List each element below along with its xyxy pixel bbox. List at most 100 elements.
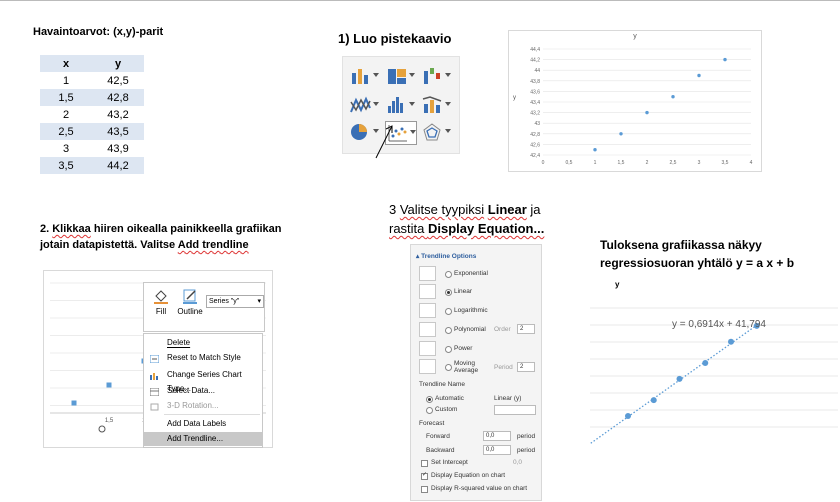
waterfall-chart-button[interactable] bbox=[421, 65, 451, 87]
menu-item-reset-style[interactable]: Reset to Match Style bbox=[144, 351, 262, 365]
x-tick-label: 1,5 bbox=[618, 160, 625, 166]
table-header-y: y bbox=[92, 55, 144, 72]
check-icon: ✓ bbox=[422, 472, 428, 478]
step0-heading: Havaintoarvot: (x,y)-parit bbox=[33, 26, 163, 38]
data-table: x y 1 42,5 1,5 42,8 2 43,2 2,5 43,5 3 43,9 3,… bbox=[40, 55, 144, 174]
step3-number: 3 bbox=[389, 202, 400, 217]
step2-click-word: Klikkaa bbox=[52, 223, 91, 235]
menu-item-3d-rotation[interactable]: 3-D Rotation... bbox=[144, 399, 262, 413]
resize-handle bbox=[98, 425, 106, 433]
y-tick-label: 43,4 bbox=[530, 100, 540, 106]
outline-button[interactable]: Outline bbox=[175, 287, 205, 327]
y-tick-label: 44 bbox=[534, 68, 540, 74]
table-cell: 44,2 bbox=[92, 157, 144, 174]
selected-data-point bbox=[106, 382, 112, 388]
radio-moving-average[interactable] bbox=[445, 364, 452, 371]
custom-name-input[interactable] bbox=[494, 405, 536, 415]
menu-item-select-data[interactable]: Select Data... bbox=[144, 384, 262, 398]
step2-text-b: jotain datapistettä. Valitse bbox=[40, 239, 178, 251]
y-tick-label: 43,8 bbox=[530, 79, 540, 85]
table-row: 3 43,9 bbox=[40, 140, 144, 157]
statistic-chart-button[interactable] bbox=[385, 94, 415, 116]
x-tick-label: 1 bbox=[594, 160, 597, 166]
menu-label: Reset to Match Style bbox=[167, 353, 241, 362]
bar-chart-button[interactable] bbox=[349, 65, 379, 87]
series-dropdown[interactable]: Series "y" ▾ bbox=[206, 295, 264, 308]
step4-line1: Tuloksena grafiikassa näkyy bbox=[600, 238, 762, 252]
automatic-label: Automatic bbox=[435, 395, 464, 402]
table-cell: 3,5 bbox=[40, 157, 92, 174]
data-point bbox=[723, 57, 727, 62]
option-label: Power bbox=[454, 345, 473, 352]
radio-exponential[interactable] bbox=[445, 271, 452, 278]
x-tick-label: 4 bbox=[750, 160, 753, 166]
table-row: 1,5 42,8 bbox=[40, 89, 144, 106]
y-tick-label: 43 bbox=[534, 121, 540, 127]
y-tick-label: 43,2 bbox=[530, 111, 540, 117]
option-label: Linear bbox=[454, 288, 473, 295]
step1-heading: 1) Luo pistekaavio bbox=[338, 31, 452, 46]
pointer-arrow bbox=[375, 125, 393, 159]
y-tick-label: 44,2 bbox=[530, 58, 540, 64]
radar-chart-button[interactable] bbox=[421, 121, 451, 143]
menu-item-delete[interactable]: Delete bbox=[144, 336, 262, 350]
step2-add-trendline: Add trendline bbox=[177, 239, 249, 251]
polynomial-icon bbox=[419, 322, 436, 337]
backward-input[interactable]: 0,0 bbox=[483, 445, 511, 455]
logarithmic-icon bbox=[419, 303, 436, 318]
forward-label: Forward bbox=[426, 433, 450, 440]
combo-chart-button[interactable] bbox=[421, 94, 451, 116]
radio-linear[interactable] bbox=[445, 289, 452, 296]
trendline-name-heading: Trendline Name bbox=[419, 381, 466, 388]
y-tick-label: 43,6 bbox=[530, 89, 540, 95]
data-point bbox=[671, 95, 675, 99]
display-r2-checkbox[interactable] bbox=[421, 486, 428, 493]
period-value: 2 bbox=[520, 364, 524, 370]
set-intercept-checkbox[interactable] bbox=[421, 460, 428, 467]
backward-unit: period bbox=[517, 447, 536, 454]
table-cell: 2,5 bbox=[40, 123, 92, 140]
table-cell: 42,8 bbox=[92, 89, 144, 106]
order-input[interactable]: 2 bbox=[517, 324, 535, 334]
menu-item-add-trendline[interactable]: Add Trendline... bbox=[144, 432, 262, 446]
period-input[interactable]: 2 bbox=[517, 362, 535, 372]
fill-button[interactable]: Fill bbox=[150, 287, 172, 327]
pane-title-text: Trendline Options bbox=[421, 253, 477, 260]
display-r2-label: Display R-squared value on chart bbox=[431, 485, 528, 492]
radio-automatic[interactable] bbox=[426, 396, 433, 403]
chart-ribbon bbox=[342, 56, 460, 154]
menu-item-change-chart-type[interactable]: Change Series Chart Type... bbox=[144, 368, 262, 393]
order-value: 2 bbox=[520, 326, 524, 332]
menu-label: Delete bbox=[167, 338, 191, 347]
radar-chart-icon bbox=[423, 123, 441, 141]
line-chart-button[interactable] bbox=[349, 94, 379, 116]
table-header-x: x bbox=[40, 55, 92, 72]
radio-polynomial[interactable] bbox=[445, 327, 452, 334]
display-equation-checkbox[interactable]: ✓ bbox=[421, 472, 428, 480]
step3-display-equation: Display Equation... bbox=[428, 221, 545, 236]
forward-input[interactable]: 0,0 bbox=[483, 431, 511, 441]
radio-power[interactable] bbox=[445, 346, 452, 353]
menu-item-add-data-labels[interactable]: Add Data Labels bbox=[144, 417, 262, 431]
option-label: Logarithmic bbox=[454, 307, 488, 314]
display-equation-label: Display Equation on chart bbox=[431, 472, 506, 479]
fill-label: Fill bbox=[155, 307, 167, 316]
x-tick-label: 3,5 bbox=[722, 160, 729, 166]
radio-custom[interactable] bbox=[426, 407, 433, 414]
table-cell: 1 bbox=[40, 72, 92, 89]
y-tick-label: 42,4 bbox=[530, 153, 540, 159]
forward-value: 0,0 bbox=[486, 433, 495, 439]
format-toolbar: Fill Outline Series "y" ▾ bbox=[143, 282, 265, 332]
combo-chart-icon bbox=[422, 96, 442, 113]
chart3-title: y bbox=[615, 280, 620, 289]
chevron-down-icon: ▾ bbox=[257, 298, 261, 305]
treemap-icon bbox=[388, 69, 406, 84]
hierarchy-chart-button[interactable] bbox=[385, 65, 415, 87]
y-tick-label: 42,6 bbox=[530, 142, 540, 148]
step3-linear: Linear bbox=[487, 202, 527, 217]
backward-value: 0,0 bbox=[486, 447, 495, 453]
data-point bbox=[697, 73, 701, 78]
radio-logarithmic[interactable] bbox=[445, 308, 452, 315]
step3-text-b: ja bbox=[526, 202, 541, 217]
option-label: Polynomial bbox=[454, 326, 486, 333]
